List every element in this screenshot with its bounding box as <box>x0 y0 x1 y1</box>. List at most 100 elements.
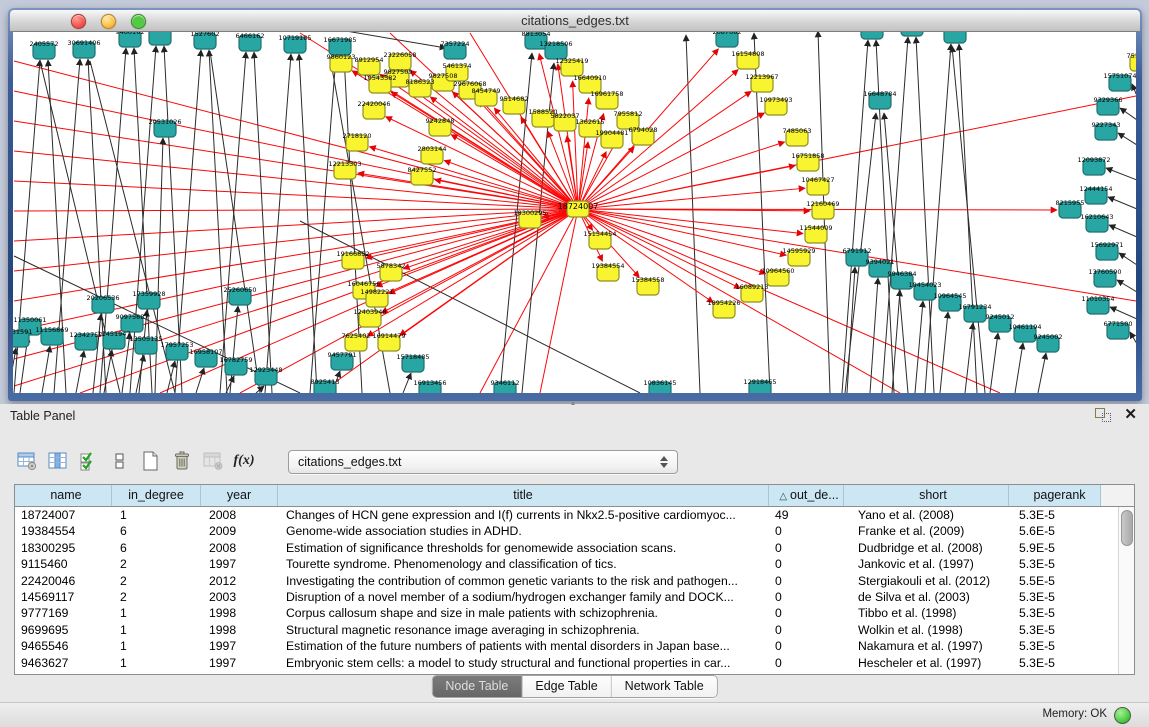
graph-node-label: 15154454 <box>583 230 616 238</box>
graph-edge-red <box>14 61 578 209</box>
graph-node-label: 22420046 <box>357 100 390 108</box>
minimize-window-button[interactable] <box>101 14 116 29</box>
table-cell: 1 <box>112 622 201 638</box>
table-cell: 9463627 <box>15 655 112 671</box>
graph-node-label: 7357224 <box>441 40 470 48</box>
graph-node-label: 18724007 <box>558 202 599 211</box>
graph-node[interactable] <box>861 32 883 39</box>
column-select-icon[interactable] <box>78 450 100 472</box>
table-panel: ▲ Table Panel ✕ f(x) citations_edges.txt <box>0 404 1149 727</box>
graph-edge-black <box>959 44 977 393</box>
table-toolbar: f(x) <box>16 448 259 474</box>
tab-node-table[interactable]: Node Table <box>432 676 522 697</box>
graph-node-label: 9242848 <box>426 117 455 125</box>
table-row[interactable]: 1830029562008Estimation of significance … <box>15 540 1119 556</box>
graph-node-label: 12325419 <box>555 57 588 65</box>
split-divider-grip[interactable]: ▲ <box>566 401 580 407</box>
network-window: citations_edges.txt 18724007240557230691… <box>8 8 1142 401</box>
column-header-short[interactable]: short <box>844 485 1009 506</box>
graph-node-label: 8925413 <box>311 378 340 386</box>
graph-node-label: 9946384 <box>888 270 917 278</box>
table-row[interactable]: 2242004622012Investigating the contribut… <box>15 573 1119 589</box>
window-titlebar[interactable]: citations_edges.txt <box>10 10 1140 32</box>
tab-network-table[interactable]: Network Table <box>612 676 717 697</box>
table-row[interactable]: 911546021997Tourette syndrome. Phenomeno… <box>15 556 1119 572</box>
graph-edge-black <box>1106 168 1136 180</box>
graph-edge-black <box>1108 197 1136 209</box>
network-canvas[interactable]: 1872400724055723069140694661621065328715… <box>13 32 1136 393</box>
graph-node-label: 9514682 <box>500 95 529 103</box>
column-header-title[interactable]: title <box>278 485 769 506</box>
table-cell: 1998 <box>201 622 278 638</box>
graph-node-label: 16958107 <box>189 348 222 356</box>
column-header-name[interactable]: name <box>15 485 112 506</box>
delete-column-icon[interactable] <box>171 450 193 472</box>
graph-node[interactable] <box>901 32 923 36</box>
graph-node-label: 9394021 <box>866 258 895 266</box>
table-mode-icon[interactable] <box>16 450 38 472</box>
graph-node-label: 7955812 <box>614 110 643 118</box>
graph-node-label: 13218506 <box>539 40 572 48</box>
table-row[interactable]: 1872400712008Changes of HCN gene express… <box>15 507 1119 523</box>
graph-node-label: 16640910 <box>573 74 606 82</box>
graph-node-label: 7485063 <box>783 127 812 135</box>
column-header-year[interactable]: year <box>201 485 278 506</box>
table-cell: 0 <box>769 540 844 556</box>
graph-edge-black <box>220 52 246 393</box>
graph-node-label: 9245012 <box>986 313 1015 321</box>
close-panel-icon[interactable]: ✕ <box>1124 406 1137 424</box>
graph-node[interactable] <box>944 32 966 43</box>
memory-status-icon[interactable] <box>1114 707 1131 724</box>
close-window-button[interactable] <box>71 14 86 29</box>
graph-edge-black <box>892 290 900 393</box>
maximize-window-button[interactable] <box>131 14 146 29</box>
table-row[interactable]: 969969511998Structural magnetic resonanc… <box>15 622 1119 638</box>
table-selector-dropdown[interactable]: citations_edges.txt <box>288 450 678 474</box>
column-header-in-degree[interactable]: in_degree <box>112 485 201 506</box>
graph-edge-red <box>14 209 578 211</box>
table-cell: 1998 <box>201 605 278 621</box>
graph-node-label: 10964560 <box>761 267 794 275</box>
graph-node-label: 12403948 <box>353 308 386 316</box>
header-filler <box>1101 485 1134 506</box>
delete-table-icon[interactable] <box>202 450 224 472</box>
tab-edge-table[interactable]: Edge Table <box>522 676 611 697</box>
graph-node-label: 11451947 <box>97 330 130 338</box>
table-cell: 2 <box>112 589 201 605</box>
table-cell: Nakamura et al. (1997) <box>844 638 1009 654</box>
scrollbar-thumb[interactable] <box>1121 510 1133 546</box>
graph-node-label: 25260650 <box>223 286 256 294</box>
rows-icon[interactable] <box>109 450 131 472</box>
table-row[interactable]: 946362711997Embryonic stem cells: a mode… <box>15 655 1119 671</box>
table-row[interactable]: 1456911722003Disruption of a novel membe… <box>15 589 1119 605</box>
graph-node-label: 16046756 <box>347 280 380 288</box>
graph-edge-black <box>1109 225 1136 237</box>
graph-node-label: 8813054 <box>522 32 551 38</box>
table-cell: 5.3E-5 <box>1009 556 1101 572</box>
table-cell: 0 <box>769 573 844 589</box>
table-cell: 9115460 <box>15 556 112 572</box>
column-header-pagerank[interactable]: pagerank <box>1009 485 1101 506</box>
graph-node-label: 10653287 <box>143 32 176 34</box>
graph-edge-black <box>196 368 204 393</box>
table-row[interactable]: 977716911998Corpus callosum shape and si… <box>15 605 1119 621</box>
graph-node-label: 9860123 <box>327 53 356 61</box>
vertical-scrollbar[interactable] <box>1118 507 1134 674</box>
column-show-icon[interactable] <box>47 450 69 472</box>
table-cell: 0 <box>769 622 844 638</box>
graph-edge-black <box>1015 343 1023 393</box>
table-row[interactable]: 1938455462009Genome-wide association stu… <box>15 523 1119 539</box>
table-cell: Franke et al. (2009) <box>844 523 1009 539</box>
graph-node-label: 16914479 <box>372 332 405 340</box>
graph-node-label: 16913456 <box>413 379 446 387</box>
function-builder-icon[interactable]: f(x) <box>233 450 255 472</box>
graph-edge-black <box>940 312 948 393</box>
graph-node-label: 18954226 <box>707 299 740 307</box>
graph-edge-red <box>480 209 578 393</box>
float-panel-icon[interactable] <box>1095 408 1111 422</box>
graph-edge-black <box>925 44 951 393</box>
column-header-out-de-[interactable]: △out_de... <box>769 485 844 506</box>
new-column-icon[interactable] <box>140 450 162 472</box>
table-row[interactable]: 946554611997Estimation of the future num… <box>15 638 1119 654</box>
graph-node-label: 16671985 <box>323 36 356 44</box>
